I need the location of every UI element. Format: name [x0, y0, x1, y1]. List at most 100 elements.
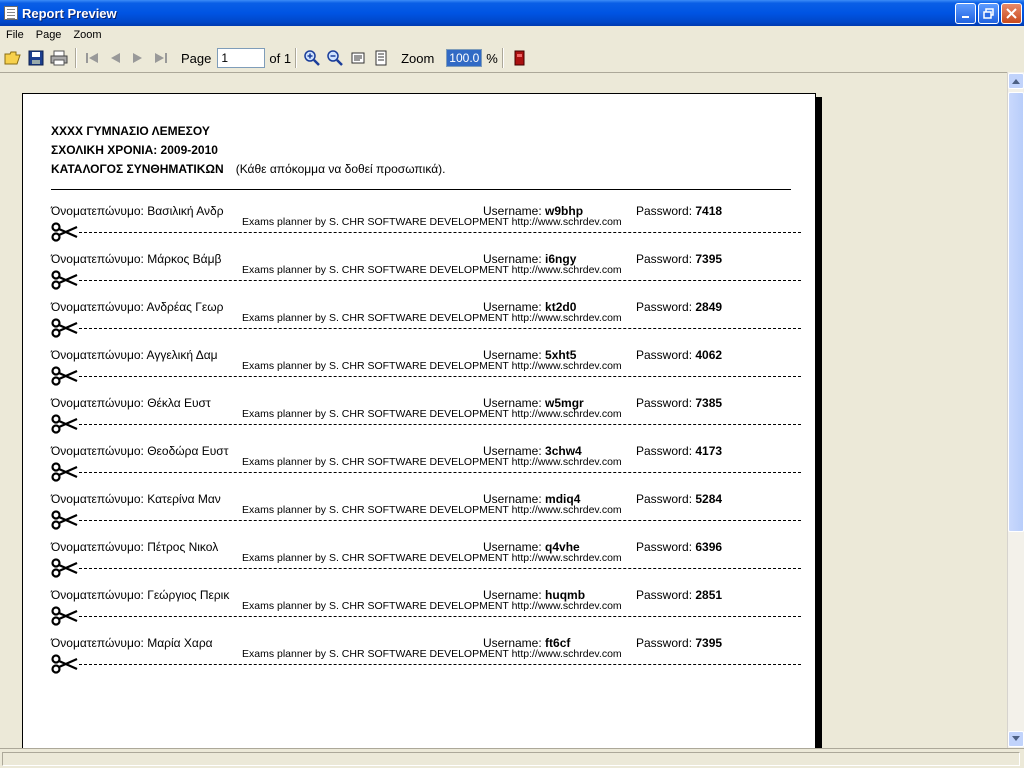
menu-page[interactable]: Page	[30, 29, 68, 41]
cut-line	[79, 328, 801, 329]
scissors-icon	[51, 462, 79, 482]
password-field: Password: 4173	[636, 444, 723, 458]
zoom-in-icon	[304, 50, 320, 66]
password-field: Password: 7385	[636, 396, 723, 410]
scissors-icon	[51, 222, 79, 242]
vertical-scrollbar[interactable]	[1007, 72, 1024, 748]
last-page-button[interactable]	[150, 47, 172, 69]
password-field: Password: 7395	[636, 252, 723, 266]
print-button[interactable]	[48, 47, 70, 69]
exit-door-icon	[514, 50, 525, 66]
exit-preview-button[interactable]	[508, 47, 530, 69]
status-bar	[0, 748, 1024, 768]
first-page-icon	[86, 53, 98, 63]
scissors-icon	[51, 270, 79, 290]
folder-open-icon	[4, 51, 21, 65]
credential-row: Όνοματεπώνυμο: Γεώργιος Περικ Exams plann…	[23, 588, 817, 636]
scissors-icon	[51, 318, 79, 338]
title-bar[interactable]: Report Preview	[0, 0, 1024, 26]
student-name: Όνοματεπώνυμο: Πέτρος Νικολ	[51, 540, 219, 554]
credential-row: Όνοματεπώνυμο: Ανδρέας Γεωρ Exams planner…	[23, 300, 817, 348]
student-name: Όνοματεπώνυμο: Γεώργιος Περικ	[51, 588, 230, 602]
cut-line	[79, 376, 801, 377]
menu-zoom[interactable]: Zoom	[67, 29, 107, 41]
close-button[interactable]	[1001, 3, 1022, 24]
next-page-button[interactable]	[127, 47, 149, 69]
first-page-button[interactable]	[81, 47, 103, 69]
header-divider	[51, 189, 791, 190]
menu-bar: File Page Zoom	[0, 26, 1024, 44]
zoom-out-button[interactable]	[324, 47, 346, 69]
scissors-icon	[51, 558, 79, 578]
toolbar: Page of 1 Zoom %	[0, 44, 1024, 72]
password-field: Password: 7395	[636, 636, 723, 650]
student-name: Όνοματεπώνυμο: Βασιλική Ανδρ	[51, 204, 224, 218]
restore-button[interactable]	[978, 3, 999, 24]
zoom-out-icon	[327, 50, 343, 66]
student-name: Όνοματεπώνυμο: Μαρία Χαρα	[51, 636, 213, 650]
credential-row: Όνοματεπώνυμο: Βασιλική Ανδρ Exams planne…	[23, 204, 817, 252]
page-number-input[interactable]	[217, 48, 266, 68]
username-field: Username: ft6cf	[483, 636, 571, 650]
arrow-up-icon	[1012, 79, 1020, 84]
minimize-button[interactable]	[955, 3, 976, 24]
username-field: Username: mdiq4	[483, 492, 581, 506]
password-field: Password: 6396	[636, 540, 723, 554]
previous-page-icon	[111, 53, 120, 63]
scroll-up-button[interactable]	[1008, 73, 1024, 89]
credential-row: Όνοματεπώνυμο: Μαρία Χαρα Exams planner b…	[23, 636, 817, 684]
save-button[interactable]	[25, 47, 47, 69]
open-button[interactable]	[2, 47, 24, 69]
menu-file[interactable]: File	[0, 29, 30, 41]
cut-line	[79, 472, 801, 473]
toolbar-separator	[295, 48, 298, 68]
credential-row: Όνοματεπώνυμο: Μάρκος Βάμβ Exams planner …	[23, 252, 817, 300]
printer-icon	[50, 50, 68, 66]
username-field: Username: i6ngy	[483, 252, 577, 266]
scroll-down-button[interactable]	[1008, 731, 1024, 747]
school-year: ΣΧΟΛΙΚΗ ΧΡΟΝΙΑ: 2009-2010	[51, 143, 218, 157]
credential-row: Όνοματεπώνυμο: Θέκλα Ευστ Exams planner b…	[23, 396, 817, 444]
scissors-icon	[51, 510, 79, 530]
scroll-thumb[interactable]	[1008, 92, 1024, 532]
minimize-icon	[961, 15, 969, 18]
cut-line	[79, 616, 801, 617]
zoom-label: Zoom	[401, 50, 435, 66]
catalog-note: (Κάθε απόκομμα να δοθεί προσωπικά).	[235, 162, 446, 176]
password-field: Password: 4062	[636, 348, 723, 362]
username-field: Username: 3chw4	[483, 444, 582, 458]
zoom-in-button[interactable]	[301, 47, 323, 69]
zoom-unit: %	[486, 50, 498, 66]
catalog-heading: ΚΑΤΑΛΟΓΟΣ ΣΥΝΘΗΜΑΤΙΚΩΝ	[51, 162, 224, 176]
credential-row: Όνοματεπώνυμο: Αγγελική Δαμ Exams planner…	[23, 348, 817, 396]
password-field: Password: 7418	[636, 204, 723, 218]
report-preview-area[interactable]: XXXX ΓΥΜΝΑΣΙΟ ΛΕΜΕΣΟΥ ΣΧΟΛΙΚΗ ΧΡΟΝΙΑ: 20…	[0, 72, 1007, 748]
cut-line	[79, 232, 801, 233]
scissors-icon	[51, 366, 79, 386]
whole-page-icon	[375, 50, 387, 66]
window-controls	[955, 3, 1022, 24]
cut-line	[79, 280, 801, 281]
toolbar-separator	[501, 48, 504, 68]
page-width-icon	[351, 52, 365, 64]
page-width-button[interactable]	[347, 47, 369, 69]
report-page: XXXX ΓΥΜΝΑΣΙΟ ΛΕΜΕΣΟΥ ΣΧΟΛΙΚΗ ΧΡΟΝΙΑ: 20…	[22, 93, 816, 748]
whole-page-button[interactable]	[370, 47, 392, 69]
student-name: Όνοματεπώνυμο: Μάρκος Βάμβ	[51, 252, 222, 266]
cut-line	[79, 568, 801, 569]
scissors-icon	[51, 606, 79, 626]
zoom-input[interactable]	[446, 49, 483, 67]
arrow-down-icon	[1012, 736, 1020, 741]
username-field: Username: w5mgr	[483, 396, 584, 410]
credential-row: Όνοματεπώνυμο: Θεοδώρα Ευστ Exams planner…	[23, 444, 817, 492]
student-name: Όνοματεπώνυμο: Αγγελική Δαμ	[51, 348, 218, 362]
restore-icon	[983, 8, 994, 19]
report-app-icon	[4, 6, 18, 20]
previous-page-button[interactable]	[104, 47, 126, 69]
scissors-icon	[51, 654, 79, 674]
username-field: Username: w9bhp	[483, 204, 584, 218]
cut-line	[79, 424, 801, 425]
school-name: XXXX ΓΥΜΝΑΣΙΟ ΛΕΜΕΣΟΥ	[51, 124, 210, 138]
username-field: Username: huqmb	[483, 588, 586, 602]
password-field: Password: 5284	[636, 492, 723, 506]
